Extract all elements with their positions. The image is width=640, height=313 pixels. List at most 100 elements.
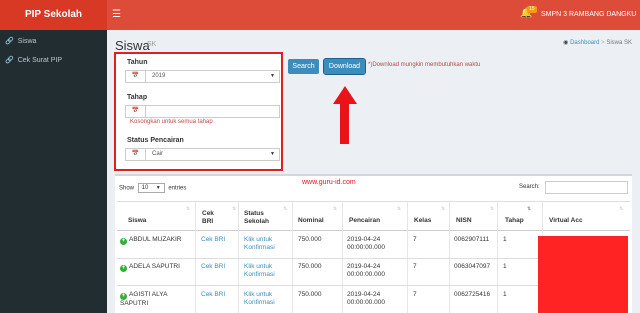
tahap-value: 1	[503, 291, 507, 298]
nisn-value: 0062725416	[454, 291, 491, 298]
tahap-value: 1	[503, 263, 507, 270]
column-divider	[449, 201, 450, 313]
tahun-select[interactable]: 📅 2019 ▼	[125, 70, 280, 83]
link-icon: 🔗	[5, 38, 14, 45]
nisn-value: 0062907111	[454, 236, 490, 243]
page-size-value: 10	[141, 185, 149, 191]
pencairan-value: 2019-04-24 00:00:00.000	[347, 236, 385, 251]
table-search-label: Search:	[519, 184, 540, 190]
breadcrumb: ◉ Dashboard > Siswa SK	[563, 39, 632, 46]
konfirmasi-link[interactable]: Klik untuk Konfirmasi	[244, 291, 290, 307]
status-pencairan-select[interactable]: 📅 Cair ▼	[125, 148, 280, 161]
konfirmasi-link[interactable]: Klik untuk Konfirmasi	[244, 236, 290, 252]
column-header-cek-bri[interactable]: Cek BRI	[202, 210, 222, 226]
row-divider	[117, 285, 538, 286]
sort-desc-icon[interactable]: ⇅	[527, 206, 531, 212]
nisn-value: 0063047097	[454, 263, 491, 270]
redacted-virtual-acc	[538, 236, 628, 313]
tahap-value: 1	[503, 236, 507, 243]
expand-row-icon[interactable]: +	[120, 238, 127, 245]
table-row-siswa[interactable]: + ABDUL MUZAKIR	[120, 236, 182, 245]
status-pencairan-label: Status Pencairan	[127, 137, 184, 144]
cek-bri-link[interactable]: Cek BRI	[201, 236, 225, 244]
sort-icon[interactable]: ⇅	[490, 206, 494, 212]
download-button[interactable]: Download	[323, 58, 366, 75]
column-divider	[497, 201, 498, 313]
table-row-siswa[interactable]: + AGISTI ALYA SAPUTRI	[120, 291, 192, 308]
student-name: AGISTI ALYA SAPUTRI	[120, 291, 168, 307]
sort-icon[interactable]: ⇅	[283, 206, 287, 212]
column-header-status-sekolah[interactable]: Status Sekolah	[244, 210, 274, 226]
sidebar-item-label: Siswa	[17, 38, 37, 45]
column-divider	[195, 201, 196, 313]
status-pencairan-value: Cair	[152, 151, 164, 157]
chevron-down-icon: ▼	[270, 151, 275, 157]
tahap-label: Tahap	[127, 94, 148, 101]
page-size-control: Show 10 ▼ entries	[119, 183, 186, 194]
tahap-input[interactable]: 📅	[125, 105, 280, 118]
breadcrumb-separator: >	[601, 40, 605, 46]
hamburger-icon[interactable]: ☰	[112, 9, 122, 21]
table-row-siswa[interactable]: + ADELA SAPUTRI	[120, 263, 180, 272]
student-name: ABDUL MUZAKIR	[129, 236, 182, 243]
tahun-label: Tahun	[127, 59, 148, 66]
calendar-icon: 📅	[126, 71, 146, 82]
notification-badge: 15	[527, 6, 537, 13]
sort-icon[interactable]: ⇅	[397, 206, 401, 212]
calendar-icon: 📅	[126, 149, 146, 160]
tahap-help-text: Kosongkan untuk semua tahap	[130, 119, 213, 125]
sort-icon[interactable]: ⇅	[186, 206, 190, 212]
sort-icon[interactable]: ⇅	[333, 206, 337, 212]
brand-logo[interactable]: PIP Sekolah	[0, 0, 107, 30]
user-menu-school-name[interactable]: SMPN 3 RAMBANG DANGKU	[541, 0, 636, 30]
column-header-pencairan[interactable]: Pencairan	[349, 217, 380, 225]
watermark: www.guru-id.com	[302, 179, 356, 186]
chevron-down-icon: ▼	[155, 185, 161, 191]
kelas-value: 7	[413, 263, 417, 270]
sidebar-item-label: Cek Surat PIP	[17, 57, 63, 64]
konfirmasi-link[interactable]: Klik untuk Konfirmasi	[244, 263, 290, 279]
column-divider	[407, 201, 408, 313]
column-header-virtual-acc[interactable]: Virtual Acc	[549, 217, 583, 225]
column-header-nisn[interactable]: NISN	[456, 217, 472, 225]
breadcrumb-dashboard[interactable]: Dashboard	[570, 40, 599, 46]
column-divider	[238, 201, 239, 313]
sort-icon[interactable]: ⇅	[441, 206, 445, 212]
column-header-kelas[interactable]: Kelas	[414, 217, 431, 225]
page-title: Siswa	[115, 38, 150, 53]
column-divider	[292, 201, 293, 313]
download-note: *)Download mungkin membutuhkan waktu	[368, 62, 481, 68]
page-size-select[interactable]: 10 ▼	[137, 183, 165, 193]
pencairan-value: 2019-04-24 00:00:00.000	[347, 263, 385, 278]
search-button[interactable]: Search	[288, 59, 319, 74]
row-divider	[117, 258, 538, 259]
kelas-value: 7	[413, 236, 417, 243]
sidebar	[0, 30, 107, 313]
breadcrumb-current: Siswa SK	[606, 40, 632, 46]
sort-icon[interactable]: ⇅	[232, 206, 236, 212]
column-header-tahap[interactable]: Tahap	[505, 217, 524, 225]
table-header-border	[117, 230, 630, 231]
dashboard-icon: ◉	[563, 40, 569, 46]
column-header-nominal[interactable]: Nominal	[298, 217, 324, 225]
table-search-input[interactable]	[545, 181, 628, 194]
expand-row-icon[interactable]: +	[120, 293, 127, 300]
sidebar-item-siswa[interactable]: 🔗 Siswa	[0, 33, 107, 51]
expand-row-icon[interactable]: +	[120, 265, 127, 272]
student-name: ADELA SAPUTRI	[129, 263, 180, 270]
show-label: Show	[119, 185, 135, 192]
nominal-value: 750.000	[298, 291, 322, 298]
cek-bri-link[interactable]: Cek BRI	[201, 263, 225, 271]
column-divider	[342, 201, 343, 313]
sort-icon[interactable]: ⇅	[619, 206, 623, 212]
link-icon: 🔗	[5, 57, 14, 64]
calendar-icon: 📅	[126, 106, 146, 117]
chevron-down-icon: ▼	[270, 73, 275, 79]
page-subtitle: SK	[147, 41, 157, 48]
sidebar-item-cek-surat-pip[interactable]: 🔗 Cek Surat PIP	[0, 52, 107, 70]
cek-bri-link[interactable]: Cek BRI	[201, 291, 225, 299]
tahun-value: 2019	[152, 73, 166, 79]
annotation-arrow-shaft	[340, 102, 349, 144]
column-header-siswa[interactable]: Siswa	[128, 217, 146, 225]
nominal-value: 750.000	[298, 236, 322, 243]
